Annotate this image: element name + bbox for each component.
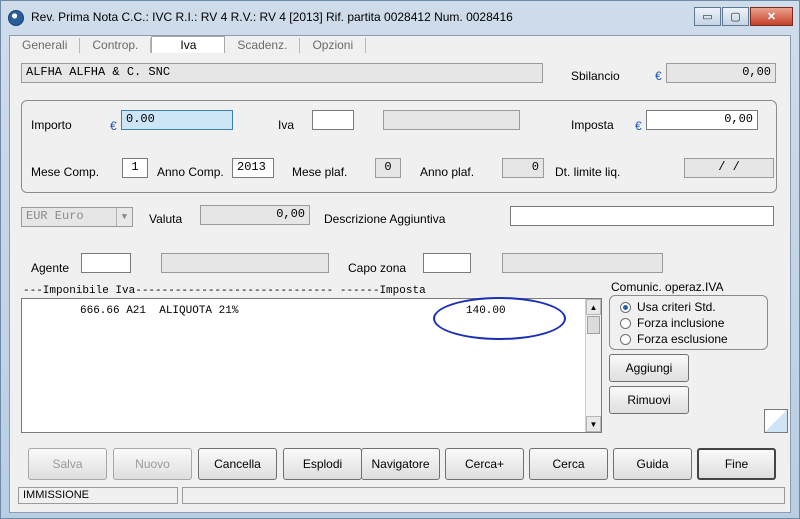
cancella-button[interactable]: Cancella <box>198 448 277 480</box>
capo-zona-description-field <box>502 253 663 273</box>
cerca-button[interactable]: Cerca <box>529 448 608 480</box>
radio-forza-inclusione[interactable] <box>620 318 631 329</box>
resize-grip-icon[interactable] <box>764 409 788 433</box>
scroll-down-icon[interactable]: ▼ <box>586 416 601 432</box>
list-scrollbar[interactable]: ▲ ▼ <box>585 299 601 432</box>
mese-comp-label: Mese Comp. <box>31 165 100 179</box>
descrizione-input[interactable] <box>510 206 774 226</box>
close-button[interactable]: ✕ <box>750 7 793 26</box>
agente-input[interactable] <box>81 253 131 273</box>
title-bar[interactable]: Rev. Prima Nota C.C.: IVC R.I.: RV 4 R.V… <box>1 1 799 35</box>
salva-button[interactable]: Salva <box>28 448 107 480</box>
status-mode: IMMISSIONE <box>18 487 178 504</box>
agente-description-field <box>161 253 329 273</box>
anno-plaf-label: Anno plaf. <box>420 165 475 179</box>
window-controls: ▭ ▢ ✕ <box>693 7 793 26</box>
tab-controp[interactable]: Controp. <box>80 38 152 53</box>
fine-button[interactable]: Fine <box>697 448 776 480</box>
anno-comp-label: Anno Comp. <box>157 165 224 179</box>
scroll-up-icon[interactable]: ▲ <box>586 299 601 315</box>
mese-comp-input[interactable]: 1 <box>122 158 148 178</box>
radio-usa-criteri[interactable] <box>620 302 631 313</box>
importo-label: Importo <box>31 118 72 132</box>
radio-usa-criteri-label: Usa criteri Std. <box>637 300 716 314</box>
imposta-label: Imposta <box>571 118 614 132</box>
cerca-plus-button[interactable]: Cerca+ <box>445 448 524 480</box>
main-window: Rev. Prima Nota C.C.: IVC R.I.: RV 4 R.V… <box>0 0 800 519</box>
rimuovi-button[interactable]: Rimuovi <box>609 386 689 414</box>
mese-plaf-field: 0 <box>375 158 401 178</box>
anno-comp-input[interactable]: 2013 <box>232 158 274 178</box>
esplodi-button[interactable]: Esplodi <box>283 448 362 480</box>
capo-zona-input[interactable] <box>423 253 471 273</box>
capo-zona-label: Capo zona <box>348 261 407 275</box>
agente-label: Agente <box>31 261 70 275</box>
maximize-button[interactable]: ▢ <box>722 7 749 26</box>
guida-button[interactable]: Guida <box>613 448 692 480</box>
currency-select[interactable]: EUR Euro ▼ <box>21 207 133 227</box>
scroll-thumb[interactable] <box>587 316 600 334</box>
anno-plaf-field: 0 <box>502 158 544 178</box>
iva-code-input[interactable] <box>312 110 354 130</box>
valuta-field: 0,00 <box>200 205 310 225</box>
comunic-title: Comunic. operaz.IVA <box>611 280 724 294</box>
nuovo-button[interactable]: Nuovo <box>113 448 192 480</box>
navigatore-button[interactable]: Navigatore <box>361 448 440 480</box>
sbilancio-field: 0,00 <box>666 63 776 83</box>
importo-input[interactable]: 0.00 <box>121 110 233 130</box>
euro-icon: € <box>110 119 117 133</box>
tab-iva[interactable]: Iva <box>151 36 226 53</box>
radio-forza-esclusione-label: Forza esclusione <box>637 332 728 346</box>
sbilancio-label: Sbilancio <box>571 69 620 83</box>
radio-forza-inclusione-label: Forza inclusione <box>637 316 725 330</box>
chevron-down-icon[interactable]: ▼ <box>116 208 132 226</box>
aggiungi-button[interactable]: Aggiungi <box>609 354 689 382</box>
iva-label: Iva <box>278 118 295 132</box>
mese-plaf-label: Mese plaf. <box>292 165 348 179</box>
client-area: Generali Controp. Iva Scadenz. Opzioni A… <box>9 35 791 513</box>
customer-field: ALFHA ALFHA & C. SNC <box>21 63 543 83</box>
minimize-button[interactable]: ▭ <box>694 7 721 26</box>
tab-bar: Generali Controp. Iva Scadenz. Opzioni <box>10 36 790 53</box>
currency-value: EUR Euro <box>26 209 84 223</box>
dt-limite-label: Dt. limite liq. <box>555 165 621 179</box>
euro-icon: € <box>655 69 662 83</box>
highlight-oval <box>433 297 566 340</box>
euro-icon: € <box>635 119 642 133</box>
app-icon <box>8 10 24 26</box>
valuta-label: Valuta <box>149 212 183 226</box>
dt-limite-field: / / <box>684 158 774 178</box>
window-title: Rev. Prima Nota C.C.: IVC R.I.: RV 4 R.V… <box>31 10 513 24</box>
imposta-input[interactable]: 0,00 <box>646 110 758 130</box>
list-item[interactable]: 666.66 A21 ALIQUOTA 21% <box>80 305 238 317</box>
descrizione-label: Descrizione Aggiuntiva <box>324 212 446 226</box>
radio-forza-esclusione[interactable] <box>620 334 631 345</box>
tab-opzioni[interactable]: Opzioni <box>300 38 367 53</box>
tab-scadenz[interactable]: Scadenz. <box>225 38 301 53</box>
list-header: ---Imponibile Iva-----------------------… <box>23 285 426 297</box>
iva-description-field <box>383 110 520 130</box>
status-message <box>182 487 785 504</box>
tab-generali[interactable]: Generali <box>10 38 81 53</box>
